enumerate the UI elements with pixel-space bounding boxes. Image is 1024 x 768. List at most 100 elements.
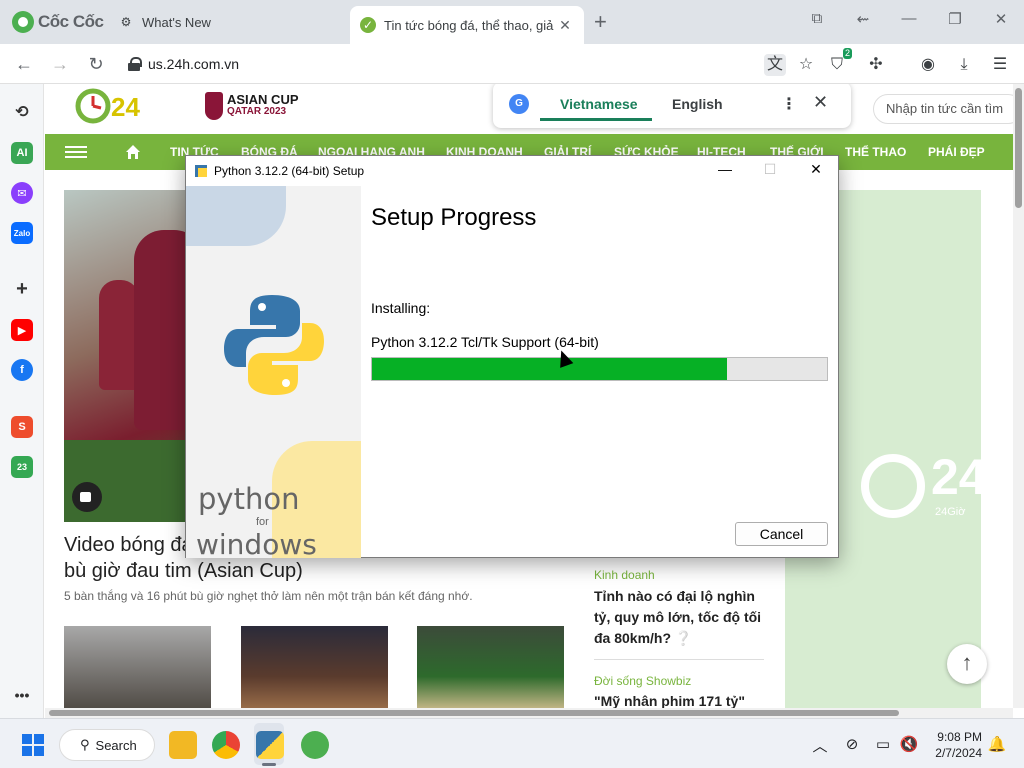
extension-badge: 2 [842, 48, 852, 59]
facebook-icon[interactable]: f [11, 359, 33, 381]
youtube-icon[interactable]: ▶ [11, 319, 33, 341]
new-tab-button[interactable]: + [594, 11, 607, 33]
news-thumbnail[interactable] [417, 626, 564, 708]
installing-component: Python 3.12.2 Tcl/Tk Support (64-bit) [371, 334, 599, 350]
python-logo-icon [224, 295, 324, 395]
add-sidebar-app-icon[interactable]: + [11, 278, 33, 300]
tab-title: Tin tức bóng đá, thể thao, giả [384, 17, 554, 33]
scrollbar-thumb[interactable] [1015, 88, 1022, 208]
svg-text:24: 24 [111, 92, 140, 122]
coccoc-taskbar-icon[interactable] [301, 731, 329, 759]
lock-icon[interactable] [128, 57, 142, 71]
download-icon[interactable]: ⤓ [953, 54, 975, 76]
windows-start-icon[interactable] [22, 734, 44, 756]
headline-summary: 5 bàn thắng và 16 phút bù giờ nghẹt thở … [64, 589, 473, 603]
shield-extension-icon[interactable]: ⛉ 2 [826, 48, 852, 76]
home-icon[interactable] [125, 144, 141, 160]
extensions-puzzle-icon[interactable]: ✣ [865, 54, 887, 76]
news-thumbnail[interactable] [241, 626, 388, 708]
more-sidebar-icon[interactable]: ••• [11, 684, 33, 706]
history-icon[interactable]: ⟲ [11, 101, 33, 123]
chrome-icon[interactable] [212, 731, 240, 759]
taskbar-search-label: Search [95, 737, 137, 753]
back-history-icon[interactable]: ⇜ [851, 10, 875, 28]
search-icon: ⚲ [80, 737, 90, 752]
reload-button[interactable]: ↻ [84, 53, 108, 75]
clock-date: 2/7/2024 [935, 746, 982, 760]
shopee-icon[interactable]: S [11, 416, 33, 438]
tab-whats-new[interactable]: ⚙ What's New [108, 6, 338, 38]
profile-icon[interactable]: ◉ [917, 54, 939, 76]
close-tab-icon[interactable]: ✕ [556, 17, 574, 34]
question-icon: ❔ [674, 630, 693, 646]
translate-close-icon[interactable]: ✕ [813, 92, 828, 113]
side-news-title[interactable]: Tỉnh nào có đại lộ nghìn tỷ, quy mô lớn,… [594, 586, 769, 649]
gear-favicon-icon: ⚙ [120, 15, 132, 29]
restore-window-button[interactable]: ❐ [943, 10, 967, 28]
network-off-icon[interactable]: ⊘ [842, 735, 862, 753]
menu-icon[interactable]: ☰ [989, 54, 1011, 76]
address-bar: ← → ↻ us.24h.com.vn 文 ☆ ⛉ 2 ✣ ◉ ⤓ ☰ [0, 44, 1024, 84]
dialog-close-button[interactable]: ✕ [801, 161, 831, 178]
volume-muted-icon[interactable]: 🔇 [899, 735, 919, 753]
dialog-titlebar[interactable]: Python 3.12.2 (64-bit) Setup — ☐ ✕ [186, 156, 838, 186]
nav-item[interactable]: THỂ THAO [845, 145, 906, 159]
dialog-minimize-button[interactable]: — [710, 161, 740, 177]
translate-more-options-icon[interactable]: ⋮ [781, 94, 797, 114]
side-news-title[interactable]: "Mỹ nhân phim 171 tỷ" [594, 691, 769, 708]
vertical-scrollbar[interactable] [1013, 84, 1024, 708]
tab-24h[interactable]: ✓ Tin tức bóng đá, thể thao, giả ✕ [350, 6, 584, 44]
video-camera-icon[interactable] [72, 482, 102, 512]
notification-bell-icon[interactable]: 🔔 [987, 735, 1007, 753]
install-progress-bar [371, 357, 828, 381]
clock-icon [861, 454, 925, 518]
tab-search-icon[interactable]: ⧉ [805, 10, 829, 27]
back-button[interactable]: ← [12, 53, 36, 75]
browser-brand-label: Cốc Cốc [38, 12, 104, 31]
cancel-button[interactable]: Cancel [735, 522, 828, 546]
asian-cup-trophy-icon [205, 92, 223, 120]
side-news-category[interactable]: Đời sống Showbiz [594, 674, 691, 688]
zalo-icon[interactable]: Zalo [11, 222, 33, 244]
python-brand-text: python [198, 482, 300, 516]
messenger-icon[interactable]: ✉ [11, 182, 33, 204]
python-installer-taskbar-icon[interactable] [256, 731, 284, 759]
translate-popup: G Vietnamese English ⋮ ✕ [493, 84, 851, 128]
url-field[interactable]: us.24h.com.vn [128, 52, 239, 76]
active-app-indicator [262, 763, 276, 766]
headline-line: bù giờ đau tim (Asian Cup) [64, 560, 303, 582]
clock-time: 9:08 PM [937, 730, 982, 744]
ai-assistant-icon[interactable]: AI [11, 142, 33, 164]
calendar-2023-icon[interactable]: 23 [11, 456, 33, 478]
translate-active-indicator [540, 118, 652, 121]
side-news-category[interactable]: Kinh doanh [594, 568, 655, 582]
installing-label: Installing: [371, 300, 431, 316]
taskbar-clock[interactable]: 9:08 PM 2/7/2024 [920, 729, 982, 761]
minimize-window-button[interactable]: — [897, 10, 921, 27]
dialog-maximize-button: ☐ [763, 161, 777, 177]
translate-icon[interactable]: 文 [764, 54, 786, 76]
scrollbar-thumb[interactable] [49, 710, 899, 716]
decorative-shape [186, 186, 286, 246]
hamburger-menu-icon[interactable] [65, 146, 87, 158]
scroll-to-top-button[interactable]: ↑ [947, 644, 987, 684]
asian-cup-banner[interactable]: ASIAN CUP QATAR 2023 [205, 92, 299, 120]
translate-target-lang-tab[interactable]: English [672, 96, 723, 112]
site-favicon-icon: ✓ [360, 17, 376, 33]
file-explorer-icon[interactable] [169, 731, 197, 759]
show-hidden-icons-chevron-icon[interactable]: ︿ [810, 735, 830, 756]
translate-source-lang-tab[interactable]: Vietnamese [560, 96, 638, 112]
news-thumbnail[interactable] [64, 626, 211, 708]
browser-brand[interactable]: Cốc Cốc [12, 8, 104, 36]
close-window-button[interactable]: ✕ [989, 10, 1013, 28]
dialog-side-banner: python for windows [186, 186, 361, 558]
bookmark-star-icon[interactable]: ☆ [795, 54, 817, 76]
forward-button[interactable]: → [48, 53, 72, 75]
taskbar-search[interactable]: ⚲ Search [59, 729, 155, 761]
display-icon[interactable]: ▭ [873, 735, 893, 753]
site-search-input[interactable]: Nhập tin tức cần tìm [873, 94, 1013, 124]
horizontal-scrollbar[interactable] [45, 708, 1013, 718]
browser-tab-bar: Cốc Cốc ⚙ What's New ✓ Tin tức bóng đá, … [0, 0, 1024, 44]
24h-logo-icon[interactable]: 24 [63, 86, 163, 130]
nav-item[interactable]: PHÁI ĐẸP [928, 145, 985, 159]
